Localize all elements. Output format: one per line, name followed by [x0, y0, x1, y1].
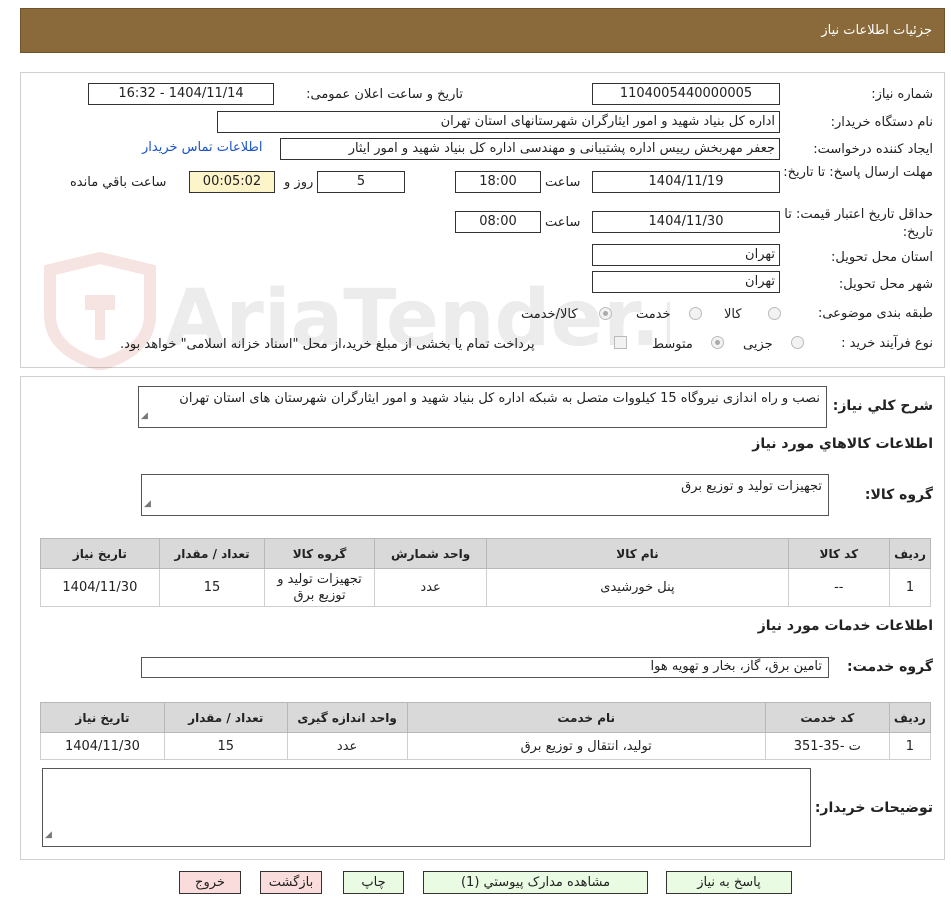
city-field: تهران: [592, 271, 780, 293]
resize-handle-icon[interactable]: ◢: [144, 495, 151, 514]
announce-field: 1404/11/14 - 16:32: [88, 83, 274, 105]
services-table-header: رديف کد خدمت نام خدمت واحد اندازه گیری ت…: [40, 702, 932, 733]
goods-col-unit: واحد شمارش: [373, 538, 488, 569]
category-option-goods: کالا: [724, 307, 742, 322]
goods-col-row: رديف: [889, 538, 931, 569]
goods-col-code: کد کالا: [787, 538, 891, 569]
deadline-time-field: 18:00: [455, 171, 541, 193]
need-number-field: 1104005440000005: [592, 83, 780, 105]
deadline-date-field: 1404/11/19: [592, 171, 780, 193]
process-radio-medium[interactable]: [711, 336, 724, 349]
services-col-date: تاریخ نیاز: [40, 702, 165, 733]
services-col-unit: واحد اندازه گیری: [286, 702, 408, 733]
buyer-notes-textarea[interactable]: ◢: [42, 768, 811, 847]
service-group-value: تامین برق، گاز، بخار و تهویه هوا: [650, 659, 822, 674]
remaining-word: ساعت باقي مانده: [70, 175, 167, 190]
goods-cell-row: 1: [889, 568, 931, 607]
page-header: جزئیات اطلاعات نیاز: [20, 8, 945, 53]
service-group-field: تامین برق، گاز، بخار و تهویه هوا: [141, 657, 829, 678]
treasury-checkbox[interactable]: [614, 336, 627, 349]
services-cell-code: ت -35-351: [764, 732, 890, 760]
table-row: 1 -- پنل خورشیدی عدد تجهیزات تولید و توز…: [40, 568, 931, 607]
resize-handle-icon[interactable]: ◢: [141, 407, 148, 426]
goods-section-title: اطلاعات کالاهاي مورد نياز: [752, 436, 933, 452]
goods-group-textarea[interactable]: تجهیزات تولید و توزیع برق ◢: [141, 474, 829, 516]
goods-cell-date: 1404/11/30: [40, 568, 160, 607]
validity-label: حداقل تاریخ اعتبار قیمت: تا تاریخ:: [784, 207, 933, 240]
buyer-notes-label: توضیحات خریدار:: [814, 800, 933, 816]
buyer-org-field: اداره کل بنیاد شهید و امور ایثارگران شهر…: [217, 111, 780, 133]
services-cell-date: 1404/11/30: [40, 732, 165, 760]
attachments-button[interactable]: مشاهده مدارک پیوستي (1): [423, 871, 648, 894]
services-cell-qty: 15: [163, 732, 288, 760]
validity-time-field: 08:00: [455, 211, 541, 233]
buyer-contact-link[interactable]: اطلاعات تماس خریدار: [142, 140, 262, 155]
back-button[interactable]: بازگشت: [260, 871, 322, 894]
category-radio-service[interactable]: [689, 307, 702, 320]
table-row: 1 ت -35-351 تولید، انتقال و توزیع برق عد…: [40, 732, 932, 760]
services-col-code: کد خدمت: [764, 702, 890, 733]
goods-cell-unit: عدد: [373, 568, 488, 607]
summary-textarea[interactable]: نصب و راه اندازی نیروگاه 15 کیلووات متصل…: [138, 386, 827, 428]
resize-handle-icon[interactable]: ◢: [45, 826, 52, 845]
deadline-label: مهلت ارسال پاسخ: تا تاریخ:: [783, 165, 933, 180]
services-cell-name: تولید، انتقال و توزیع برق: [406, 732, 766, 760]
announce-label: تاریخ و ساعت اعلان عمومی:: [306, 87, 463, 102]
services-col-qty: تعداد / مقدار: [163, 702, 288, 733]
city-label: شهر محل تحویل:: [838, 277, 933, 292]
goods-col-group: گروه کالا: [264, 538, 375, 569]
goods-cell-qty: 15: [158, 568, 266, 607]
exit-button[interactable]: خروج: [179, 871, 241, 894]
page-title: جزئیات اطلاعات نیاز: [821, 23, 932, 38]
province-field: تهران: [592, 244, 780, 266]
category-radio-goods-service[interactable]: [599, 307, 612, 320]
goods-table: رديف کد کالا نام کالا واحد شمارش گروه کا…: [40, 538, 931, 607]
goods-cell-code: --: [787, 568, 891, 607]
deadline-time-word: ساعت: [545, 175, 581, 190]
province-label: استان محل تحویل:: [831, 250, 933, 265]
services-table: رديف کد خدمت نام خدمت واحد اندازه گیری ت…: [40, 702, 932, 760]
goods-col-qty: تعداد / مقدار: [158, 538, 266, 569]
category-radio-goods[interactable]: [768, 307, 781, 320]
goods-cell-group: تجهیزات تولید و توزیع برق: [264, 568, 375, 607]
validity-time-word: ساعت: [545, 215, 581, 230]
services-col-row: رديف: [888, 702, 932, 733]
process-option-medium: متوسط: [652, 337, 693, 352]
creator-label: ایجاد کننده درخواست:: [813, 142, 933, 157]
process-label: نوع فرآیند خرید :: [841, 336, 933, 351]
days-field: 5: [317, 171, 405, 193]
goods-table-header: رديف کد کالا نام کالا واحد شمارش گروه کا…: [40, 538, 931, 569]
summary-label: شرح كلي نياز:: [832, 398, 933, 414]
treasury-note: پرداخت تمام یا بخشی از مبلغ خرید،از محل …: [120, 337, 535, 352]
services-section-title: اطلاعات خدمات مورد نياز: [757, 618, 933, 634]
validity-date-field: 1404/11/30: [592, 211, 780, 233]
services-cell-row: 1: [888, 732, 932, 760]
goods-col-date: تاریخ نیاز: [40, 538, 160, 569]
goods-col-name: نام کالا: [486, 538, 789, 569]
services-cell-unit: عدد: [286, 732, 408, 760]
process-option-partial: جزیی: [743, 337, 773, 352]
remaining-time-field: 00:05:02: [189, 171, 275, 193]
buyer-org-label: نام دستگاه خریدار:: [830, 115, 933, 130]
creator-field: جعفر مهربخش رییس اداره پشتیبانی و مهندسی…: [280, 138, 780, 160]
goods-cell-name: پنل خورشیدی: [486, 568, 789, 607]
process-radio-partial[interactable]: [791, 336, 804, 349]
category-option-service: خدمت: [636, 307, 671, 322]
reply-button[interactable]: پاسخ به نیاز: [666, 871, 792, 894]
print-button[interactable]: چاپ: [343, 871, 404, 894]
category-label: طبقه بندی موضوعی:: [817, 306, 933, 321]
category-option-goods-service: کالا/خدمت: [521, 307, 578, 322]
goods-group-label: گروه کالا:: [864, 487, 933, 503]
services-col-name: نام خدمت: [406, 702, 766, 733]
goods-group-value: تجهیزات تولید و توزیع برق: [681, 479, 822, 494]
need-number-label: شماره نیاز:: [871, 87, 933, 102]
days-word: روز و: [284, 175, 314, 190]
summary-text: نصب و راه اندازی نیروگاه 15 کیلووات متصل…: [179, 391, 820, 406]
service-group-label: گروه خدمت:: [847, 659, 933, 675]
